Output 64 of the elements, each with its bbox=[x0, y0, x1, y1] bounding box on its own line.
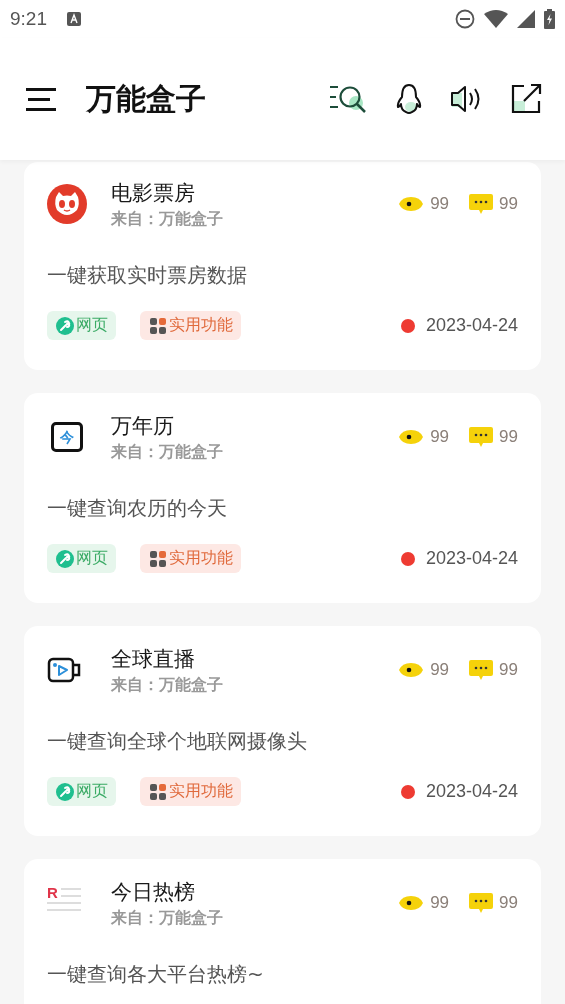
comment-icon bbox=[469, 893, 494, 913]
menu-icon[interactable] bbox=[26, 87, 56, 111]
item-source: 来自：万能盒子 bbox=[111, 674, 223, 696]
item-title: 万年历 bbox=[111, 413, 175, 440]
item-description: 一键查询各大平台热榜~ bbox=[47, 961, 265, 988]
calendar-icon: 今 bbox=[51, 422, 83, 452]
item-card[interactable]: 今 万年历 来自：万能盒子 99 99 一键查询农历的今天 网页 实用功能 2023-04-24 bbox=[24, 393, 541, 603]
item-card[interactable]: R 今日热榜 来自：万能盒子 99 99 一键查询各大平台热榜~ bbox=[24, 859, 541, 1004]
tag-label: 网页 bbox=[76, 315, 108, 336]
view-count: 99 bbox=[430, 660, 450, 680]
status-time: 9:21 bbox=[10, 8, 47, 30]
keyboard-notification-icon bbox=[67, 12, 81, 26]
eye-icon bbox=[398, 429, 425, 445]
item-title: 今日热榜 bbox=[111, 879, 196, 906]
share-icon[interactable] bbox=[510, 83, 542, 115]
item-date: 2023-04-24 bbox=[425, 781, 518, 802]
view-count: 99 bbox=[430, 194, 450, 214]
item-description: 一键获取实时票房数据 bbox=[47, 262, 248, 289]
item-title: 电影票房 bbox=[111, 180, 196, 207]
item-date: 2023-04-24 bbox=[425, 315, 518, 336]
tag-label: 网页 bbox=[76, 781, 108, 802]
comment-icon bbox=[469, 427, 494, 447]
view-count: 99 bbox=[430, 427, 450, 447]
eye-icon bbox=[398, 196, 425, 212]
wrench-icon bbox=[56, 549, 74, 568]
grid-icon bbox=[149, 782, 167, 801]
item-source: 来自：万能盒子 bbox=[111, 441, 223, 463]
penguin-icon[interactable] bbox=[394, 83, 424, 115]
item-source: 来自：万能盒子 bbox=[111, 208, 223, 230]
signal-icon bbox=[517, 10, 535, 28]
tag-label: 实用功能 bbox=[169, 781, 233, 802]
item-source: 来自：万能盒子 bbox=[111, 907, 223, 929]
wifi-icon bbox=[484, 10, 508, 28]
comment-count: 99 bbox=[499, 893, 518, 913]
tag-label: 实用功能 bbox=[169, 548, 233, 569]
grid-icon bbox=[149, 549, 167, 568]
item-card[interactable]: 全球直播 来自：万能盒子 99 99 一键查询全球个地联网摄像头 网页 实用功能 2023-04-24 bbox=[24, 626, 541, 836]
grid-icon bbox=[149, 316, 167, 335]
cat-logo-icon bbox=[47, 184, 87, 224]
item-description: 一键查询农历的今天 bbox=[47, 495, 228, 522]
view-count: 99 bbox=[430, 893, 450, 913]
video-camera-icon bbox=[47, 655, 83, 685]
app-title: 万能盒子 bbox=[86, 79, 206, 118]
search-icon[interactable] bbox=[330, 83, 368, 115]
status-dot bbox=[400, 784, 415, 799]
wrench-icon bbox=[56, 782, 74, 801]
comment-icon bbox=[469, 194, 494, 214]
comment-count: 99 bbox=[499, 194, 518, 214]
comment-count: 99 bbox=[499, 427, 518, 447]
comment-icon bbox=[469, 660, 494, 680]
tag-label: 网页 bbox=[76, 548, 108, 569]
item-title: 全球直播 bbox=[111, 646, 196, 673]
status-dot bbox=[400, 318, 415, 333]
do-not-disturb-icon bbox=[455, 9, 475, 29]
item-card[interactable]: 电影票房 来自：万能盒子 99 99 一键获取实时票房数据 网页 实用功能 2023-04-24 bbox=[24, 162, 541, 370]
item-description: 一键查询全球个地联网摄像头 bbox=[47, 728, 308, 755]
comment-count: 99 bbox=[499, 660, 518, 680]
eye-icon bbox=[398, 895, 425, 911]
battery-icon bbox=[544, 9, 555, 29]
wrench-icon bbox=[56, 316, 74, 335]
item-date: 2023-04-24 bbox=[425, 548, 518, 569]
eye-icon bbox=[398, 662, 425, 678]
status-dot bbox=[400, 551, 415, 566]
tag-label: 实用功能 bbox=[169, 315, 233, 336]
